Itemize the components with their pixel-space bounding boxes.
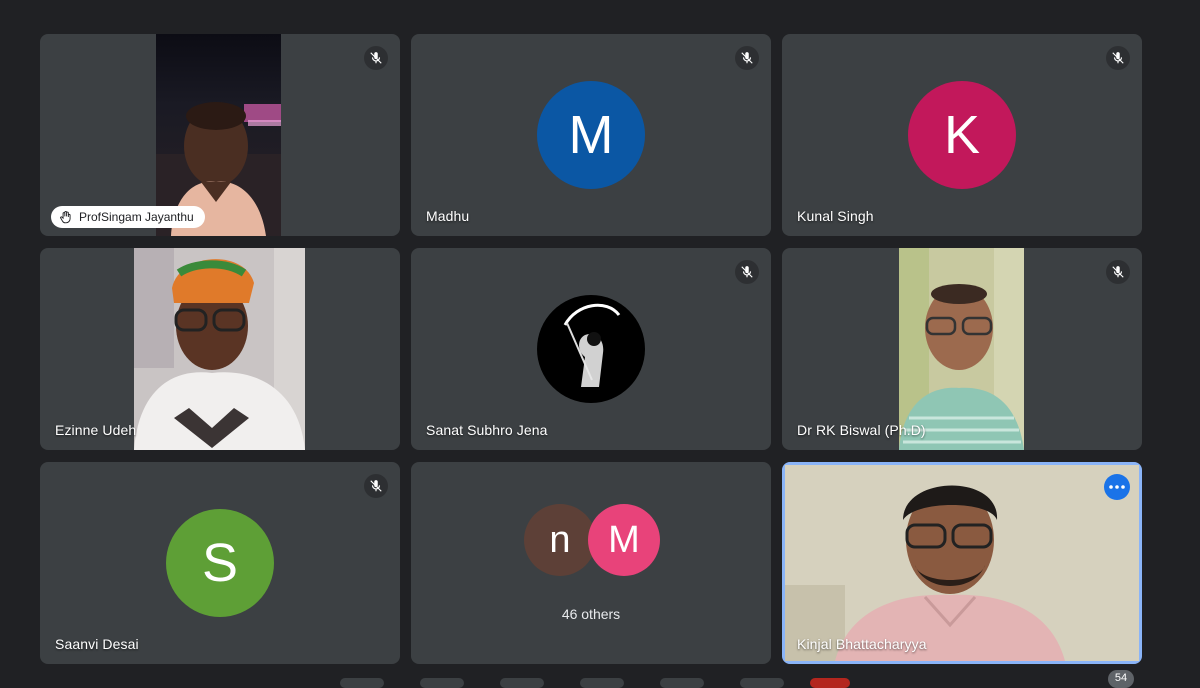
more-options-icon xyxy=(1109,485,1125,489)
participant-name: Kinjal Bhattacharyya xyxy=(797,636,927,652)
tile-kunal-singh[interactable]: K Kunal Singh xyxy=(782,34,1142,236)
toolbar-button[interactable] xyxy=(660,678,704,688)
tile-kinjal-bhattacharyya[interactable]: Kinjal Bhattacharyya xyxy=(782,462,1142,664)
participant-name: ProfSingam Jayanthu xyxy=(79,210,194,224)
tile-others[interactable]: n M 46 others xyxy=(411,462,771,664)
tile-madhu[interactable]: M Madhu xyxy=(411,34,771,236)
participant-name: Sanat Subhro Jena xyxy=(426,422,548,438)
participant-count-badge[interactable]: 54 xyxy=(1108,670,1134,688)
toolbar-button[interactable] xyxy=(340,678,384,688)
mic-off-icon xyxy=(364,474,388,498)
raised-hand-icon xyxy=(60,210,71,224)
toolbar-button[interactable] xyxy=(580,678,624,688)
toolbar-button[interactable] xyxy=(500,678,544,688)
participant-video xyxy=(899,248,1024,450)
tile-prof-singam-jayanthu[interactable]: ProfSingam Jayanthu xyxy=(40,34,400,236)
avatar: n xyxy=(524,504,596,576)
mic-off-icon xyxy=(735,46,759,70)
tile-ezinne-udeh[interactable]: Ezinne Udeh xyxy=(40,248,400,450)
participant-name: Madhu xyxy=(426,208,470,224)
participant-name: Saanvi Desai xyxy=(55,636,139,652)
avatar: S xyxy=(166,509,274,617)
tile-sanat-subhro-jena[interactable]: Sanat Subhro Jena xyxy=(411,248,771,450)
avatar xyxy=(537,295,645,403)
avatar: M xyxy=(537,81,645,189)
avatar: M xyxy=(588,504,660,576)
participant-name: Kunal Singh xyxy=(797,208,874,224)
mic-off-icon xyxy=(364,46,388,70)
tile-saanvi-desai[interactable]: S Saanvi Desai xyxy=(40,462,400,664)
toolbar-button[interactable] xyxy=(420,678,464,688)
participant-name: Ezinne Udeh xyxy=(55,422,137,438)
mic-off-icon xyxy=(735,260,759,284)
leave-call-button[interactable] xyxy=(810,678,850,688)
participant-video xyxy=(785,465,1139,661)
avatar: K xyxy=(908,81,1016,189)
more-options-button[interactable] xyxy=(1104,474,1130,500)
participant-video xyxy=(134,248,305,450)
toolbar-button[interactable] xyxy=(740,678,784,688)
mic-off-icon xyxy=(1106,46,1130,70)
raised-hand-chip: ProfSingam Jayanthu xyxy=(51,206,205,228)
mic-off-icon xyxy=(1106,260,1130,284)
others-count-label: 46 others xyxy=(561,606,621,622)
tile-dr-rk-biswal[interactable]: Dr RK Biswal (Ph.D) xyxy=(782,248,1142,450)
participant-name: Dr RK Biswal (Ph.D) xyxy=(797,422,926,438)
